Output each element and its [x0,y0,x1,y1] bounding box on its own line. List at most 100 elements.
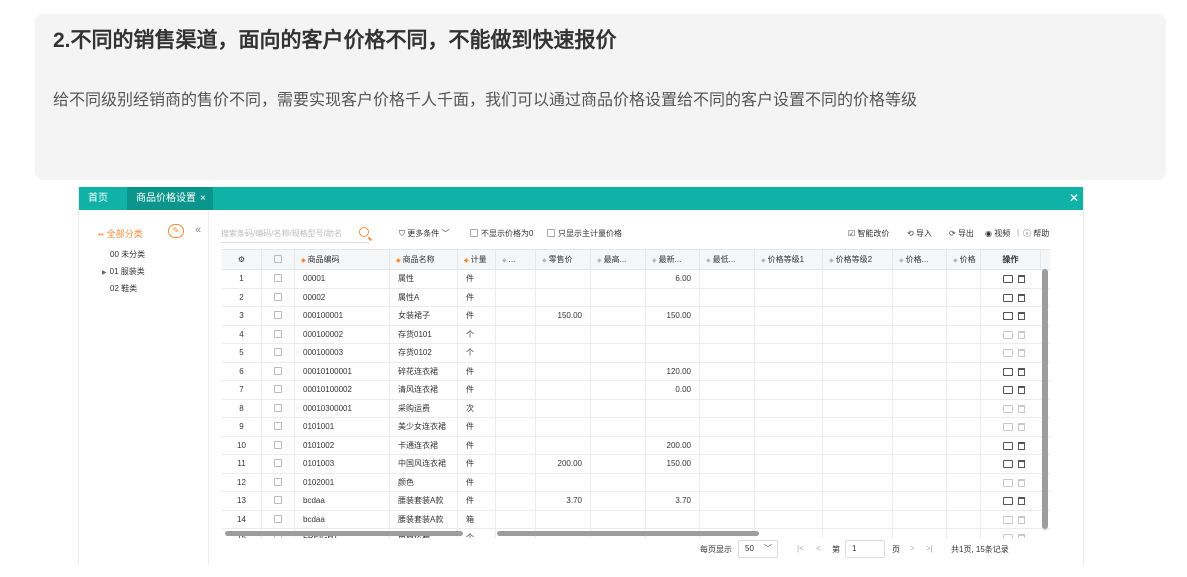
trash-icon[interactable] [1018,367,1025,376]
row-checkbox[interactable] [274,496,282,504]
edit-icon[interactable] [1003,423,1013,431]
header-min-price[interactable]: ◆ 最低... [700,250,755,269]
trash-icon[interactable] [1018,478,1025,487]
row-checkbox[interactable] [274,274,282,282]
checkbox[interactable] [547,229,555,237]
header-code[interactable]: ◆ 商品编码 [295,250,390,269]
row-checkbox[interactable] [274,477,282,486]
trash-icon[interactable] [1018,423,1025,431]
category-item-shoes[interactable]: 02 鞋类 [110,283,137,294]
table-row[interactable]: 14 bcdaa 腰装套装A款箱 [222,510,1050,529]
header-more[interactable]: ◆... [496,250,536,269]
next-page-icon[interactable]: > [910,544,915,553]
row-checkbox[interactable] [274,348,282,356]
edit-icon[interactable] [1003,478,1013,487]
edit-icon[interactable]: ✎ [168,224,184,238]
header-unit[interactable]: ◆ 计量 [458,250,496,269]
header-max-price[interactable]: ◆ 最高... [591,250,646,269]
row-checkbox[interactable] [274,366,282,375]
hide-zero-price-option[interactable]: 不显示价格为0 [470,228,533,239]
search-icon[interactable] [359,227,369,237]
table-row[interactable]: 4 000100002 存货0101 个 [222,325,1050,344]
help-button[interactable]: ⓘ 帮助 [1023,228,1049,239]
row-checkbox[interactable] [274,514,282,523]
table-row[interactable]: 9 0101001 美少女连衣裙件 [222,418,1050,437]
close-icon[interactable]: × [200,193,206,204]
search-input[interactable]: 搜索条码/编码/名称/规格型号/助名 [221,227,369,243]
first-page-icon[interactable]: |< [797,544,804,553]
row-checkbox[interactable] [274,403,282,412]
prev-page-icon[interactable]: < [816,544,821,553]
edit-icon[interactable] [1003,349,1013,357]
category-item-uncategorized[interactable]: 00 未分类 [110,249,145,260]
table-row[interactable]: 1 00001 属性件 6.00 [222,270,1050,289]
horizontal-scrollbar-fixed[interactable] [225,531,463,536]
row-checkbox[interactable] [274,292,282,301]
edit-icon[interactable] [1003,515,1013,524]
header-price-level-1[interactable]: ◆ 价格等级1 [755,250,823,269]
edit-icon[interactable] [1003,497,1013,505]
trash-icon[interactable] [1018,534,1025,538]
trash-icon[interactable] [1018,441,1025,450]
category-all[interactable]: ▪▪ 全部分类 [98,227,143,240]
caret-right-icon[interactable]: ▶ [102,270,107,276]
table-row[interactable]: 11 0101003 中国风连衣裙件 200.00 150.00 [222,455,1050,474]
import-button[interactable]: ⟲ 导入 [907,228,932,239]
trash-icon[interactable] [1018,293,1025,302]
table-row[interactable]: 3 000100001 女装裙子件 150.00 150.00 [222,307,1050,326]
row-checkbox[interactable] [274,440,282,449]
trash-icon[interactable] [1018,349,1025,357]
header-price-level-3[interactable]: ◆ 价格... [893,250,947,269]
vertical-scrollbar[interactable] [1042,269,1048,531]
table-row[interactable]: 12 0102001 颜色件 [222,473,1050,492]
header-latest-price[interactable]: ◆ 最新... [646,250,700,269]
edit-icon[interactable] [1003,441,1013,450]
tab-home[interactable]: 首页 [79,187,117,210]
table-row[interactable]: 13 bcdaa 腰装套装A款件 3.70 3.70 [222,492,1050,511]
edit-icon[interactable] [1003,386,1013,394]
horizontal-scrollbar[interactable] [497,531,759,536]
header-price-level-4[interactable]: ◆ 价格 [947,250,981,269]
page-input[interactable]: 1 [845,540,885,558]
edit-icon[interactable] [1003,330,1013,339]
trash-icon[interactable] [1018,312,1025,320]
collapse-icon[interactable]: « [195,224,201,236]
edit-icon[interactable] [1003,275,1013,283]
trash-icon[interactable] [1018,515,1025,524]
trash-icon[interactable] [1018,404,1025,413]
header-retail-price[interactable]: ◆ 零售价 [536,250,591,269]
trash-icon[interactable] [1018,460,1025,468]
row-checkbox[interactable] [274,422,282,430]
category-item-clothing[interactable]: ▶ 01 服装类 [102,266,145,277]
edit-icon[interactable] [1003,293,1013,302]
edit-icon[interactable] [1003,312,1013,320]
per-page-select[interactable]: 50 ﹀ [738,540,778,558]
tab-price-settings[interactable]: 商品价格设置 × [127,187,213,210]
edit-icon[interactable] [1003,367,1013,376]
trash-icon[interactable] [1018,497,1025,505]
last-page-icon[interactable]: >| [926,544,933,553]
table-row[interactable]: 8 00010300001 采购运费次 [222,399,1050,418]
more-filter-button[interactable]: ⛉ 更多条件 ﹀ [399,228,449,239]
video-button[interactable]: ◉ 视频 [985,228,1010,239]
row-checkbox[interactable] [274,385,282,393]
header-name[interactable]: ◆ 商品名称 [390,250,458,269]
table-row[interactable]: 10 0101002 卡通连衣裙件 200.00 [222,436,1050,455]
main-unit-only-option[interactable]: 只显示主计量价格 [547,228,622,239]
table-row[interactable]: 5 000100003 存货0102 个 [222,344,1050,363]
row-checkbox[interactable] [274,459,282,467]
edit-icon[interactable] [1003,460,1013,468]
trash-icon[interactable] [1018,330,1025,339]
trash-icon[interactable] [1018,386,1025,394]
smart-price-button[interactable]: ☑ 智能改价 [848,228,889,239]
row-checkbox[interactable] [274,311,282,319]
column-settings-icon[interactable]: ⚙ [222,250,262,269]
table-row[interactable]: 7 00010100002 清风连衣裙件 0.00 [222,381,1050,400]
export-button[interactable]: ⟳ 导出 [949,228,974,239]
checkbox[interactable] [470,229,478,237]
row-checkbox[interactable] [274,329,282,338]
edit-icon[interactable] [1003,404,1013,413]
window-close-icon[interactable]: ✕ [1069,191,1079,205]
header-price-level-2[interactable]: ◆ 价格等级2 [823,250,893,269]
vertical-scroll-thumb[interactable] [1042,269,1048,529]
